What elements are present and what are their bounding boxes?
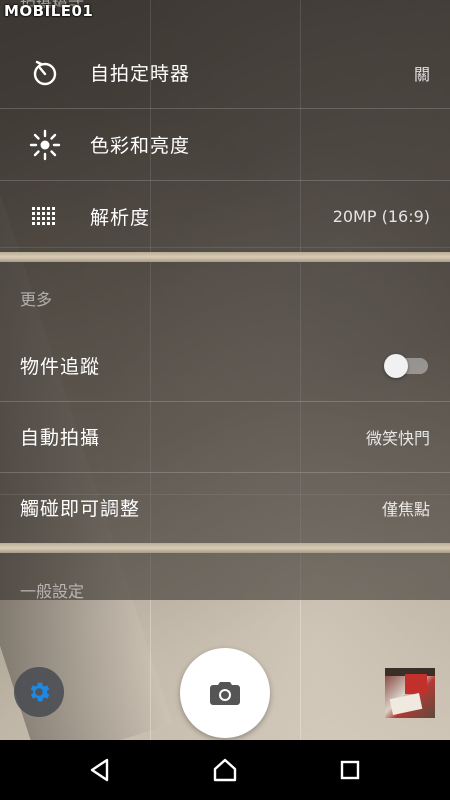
timer-icon xyxy=(0,58,90,88)
menu-item-self-timer[interactable]: 自拍定時器 關 xyxy=(0,37,450,109)
recents-icon xyxy=(340,760,360,780)
navigation-bar xyxy=(0,740,450,800)
menu-item-touch-adjust[interactable]: 觸碰即可調整 僅焦點 xyxy=(0,472,450,544)
brightness-icon xyxy=(0,129,90,161)
auto-capture-value: 微笑快門 xyxy=(365,428,430,448)
last-photo-thumbnail[interactable] xyxy=(385,668,435,718)
home-button[interactable] xyxy=(195,740,255,800)
home-icon xyxy=(213,758,237,782)
object-tracking-toggle[interactable] xyxy=(384,353,428,378)
menu-item-object-tracking[interactable]: 物件追蹤 xyxy=(0,330,450,402)
menu-item-color-brightness[interactable]: 色彩和亮度 xyxy=(0,109,450,181)
more-section-header: 更多 xyxy=(20,290,53,309)
watermark-logo: MOBILE01 xyxy=(4,2,94,20)
self-timer-label: 自拍定時器 xyxy=(90,63,191,85)
self-timer-value: 關 xyxy=(413,64,430,84)
resolution-label: 解析度 xyxy=(90,207,151,229)
general-section-header: 一般設定 xyxy=(20,582,85,601)
object-tracking-label: 物件追蹤 xyxy=(20,356,101,378)
menu-item-auto-capture[interactable]: 自動拍攝 微笑快門 xyxy=(0,401,450,473)
touch-adjust-label: 觸碰即可調整 xyxy=(20,498,141,520)
gear-icon xyxy=(30,682,50,702)
back-icon xyxy=(90,758,109,782)
resolution-value: 20MP (16:9) xyxy=(332,207,430,226)
recents-button[interactable] xyxy=(320,740,380,800)
section-divider-2 xyxy=(0,543,450,553)
touch-adjust-value: 僅焦點 xyxy=(381,499,430,519)
color-brightness-label: 色彩和亮度 xyxy=(90,135,191,157)
section-divider xyxy=(0,252,450,262)
menu-item-resolution[interactable]: 解析度 20MP (16:9) xyxy=(0,181,450,253)
back-button[interactable] xyxy=(70,740,130,800)
resolution-icon xyxy=(0,206,90,227)
settings-button[interactable] xyxy=(14,667,64,717)
settings-menu: 拍攝模式 自拍定時器 關 色彩和亮度 xyxy=(0,0,450,601)
toggle-knob xyxy=(384,353,408,378)
auto-capture-label: 自動拍攝 xyxy=(20,427,101,449)
shutter-button[interactable] xyxy=(180,648,270,738)
camera-icon xyxy=(210,682,240,705)
